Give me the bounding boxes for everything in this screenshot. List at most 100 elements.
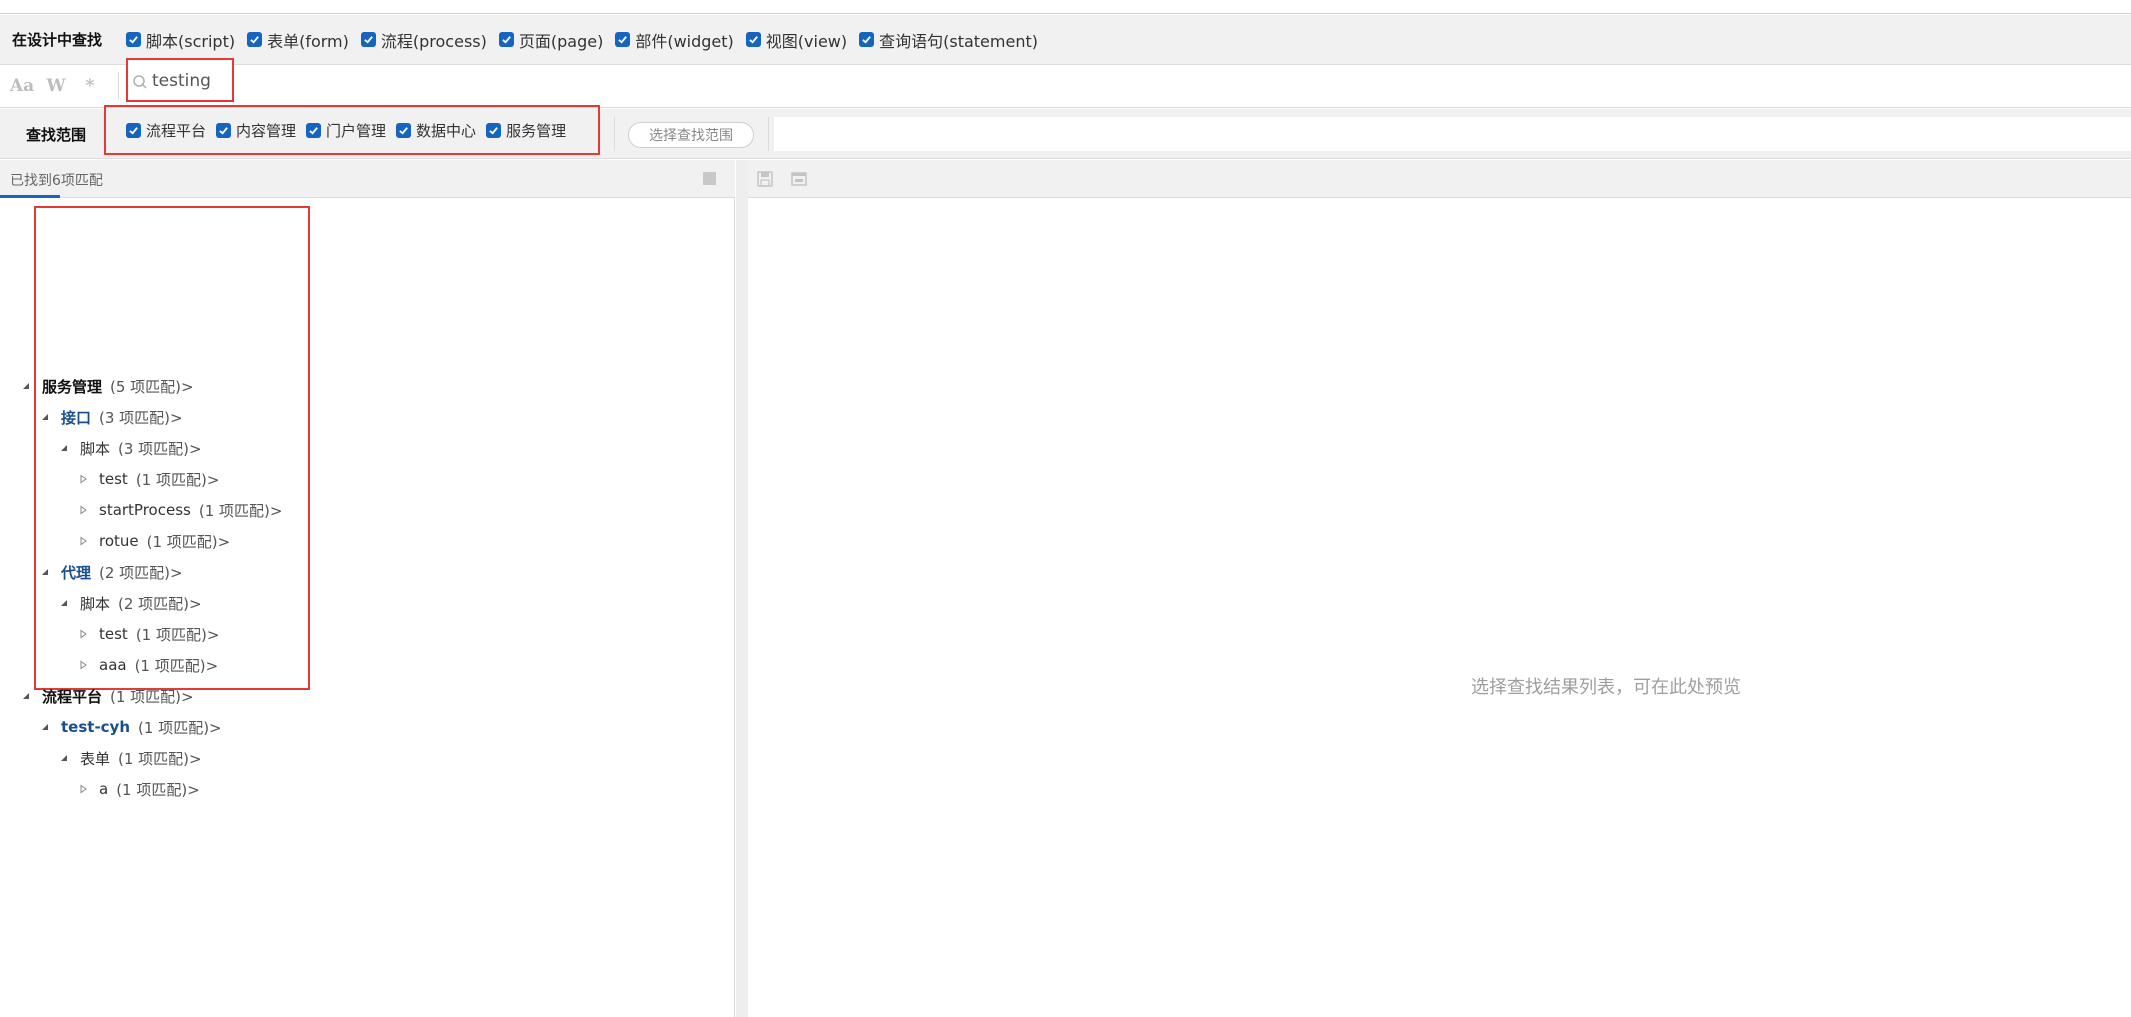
open-window-icon[interactable]	[790, 170, 808, 188]
checkbox-checked-icon[interactable]	[396, 122, 412, 138]
tree-node-count: (1 项匹配)>	[138, 718, 222, 737]
tree-node-service-management[interactable]: 服务管理 (5 项匹配)>	[18, 371, 194, 401]
results-count: 已找到6项匹配	[10, 173, 103, 189]
scope-checkbox-portal-management[interactable]: 门户管理	[306, 120, 386, 141]
checkbox-checked-icon[interactable]	[126, 32, 142, 47]
scope-label: 服务管理	[506, 121, 567, 140]
tree-node-count: (1 项匹配)>	[198, 501, 283, 520]
tree-node-count: (1 项匹配)>	[110, 687, 194, 706]
tree-node-label: 脚本	[80, 439, 111, 458]
search-in-design-title: 在设计中查找	[12, 31, 103, 49]
expanded-triangle-icon[interactable]	[56, 750, 72, 766]
tree-node-script-item[interactable]: startProcess (1 项匹配)>	[75, 495, 282, 525]
checkbox-checked-icon[interactable]	[126, 122, 141, 138]
type-checkbox-process[interactable]: 流程(process)	[360, 28, 487, 52]
collapsed-triangle-icon[interactable]	[75, 533, 91, 549]
checkbox-checked-icon[interactable]	[247, 32, 263, 47]
expanded-triangle-icon[interactable]	[18, 688, 34, 704]
tree-node-script-item[interactable]: test (1 项匹配)>	[75, 619, 219, 649]
search-bar: Aa W *	[0, 58, 2131, 108]
checkbox-checked-icon[interactable]	[615, 32, 631, 47]
tree-node-count: (1 项匹配)>	[116, 780, 200, 799]
type-label: 视图(view)	[765, 31, 848, 51]
checkbox-checked-icon[interactable]	[745, 32, 761, 47]
collapsed-triangle-icon[interactable]	[75, 781, 91, 797]
type-checkbox-view[interactable]: 视图(view)	[745, 28, 848, 52]
search-types-bar: 在设计中查找 脚本(script) 表单(form) 流程(process) 页…	[0, 15, 2131, 65]
tree-node-script-item[interactable]: rotue (1 项匹配)>	[75, 526, 230, 556]
tree-node-label: 脚本	[80, 594, 111, 613]
select-scope-button[interactable]: 选择查找范围	[628, 122, 754, 148]
tree-node-form-item[interactable]: a (1 项匹配)>	[75, 774, 200, 804]
tree-node-interface[interactable]: 接口 (3 项匹配)>	[37, 402, 183, 432]
regex-icon[interactable]: *	[78, 74, 102, 98]
tree-node-count: (1 项匹配)>	[134, 656, 219, 675]
tree-node-script-item[interactable]: test (1 项匹配)>	[75, 464, 219, 494]
tree-node-count: (1 项匹配)>	[118, 749, 202, 768]
checkbox-checked-icon[interactable]	[360, 32, 376, 47]
stop-icon[interactable]	[703, 172, 716, 185]
collapsed-triangle-icon[interactable]	[75, 471, 91, 487]
expanded-triangle-icon[interactable]	[18, 378, 34, 394]
checkbox-checked-icon[interactable]	[306, 122, 322, 138]
type-checkbox-script[interactable]: 脚本(script)	[126, 28, 235, 52]
tree-node-label: 接口	[61, 408, 92, 427]
tree-node-label: 代理	[61, 563, 92, 582]
tree-node-count: (2 项匹配)>	[118, 594, 202, 613]
checkbox-checked-icon[interactable]	[486, 122, 502, 138]
checkbox-checked-icon[interactable]	[859, 32, 875, 47]
tree-node-label: 流程平台	[42, 687, 103, 706]
scope-checkbox-service-management[interactable]: 服务管理	[486, 120, 566, 141]
type-label: 脚本(script)	[146, 31, 236, 51]
tree-node-count: (3 项匹配)>	[118, 439, 202, 458]
type-label: 流程(process)	[380, 31, 487, 51]
splitter[interactable]	[736, 160, 748, 1017]
match-case-icon[interactable]: Aa	[10, 74, 34, 98]
expanded-triangle-icon[interactable]	[37, 719, 53, 735]
top-border	[0, 0, 2131, 14]
collapsed-triangle-icon[interactable]	[75, 502, 91, 518]
scope-label: 流程平台	[146, 121, 207, 140]
scope-label: 内容管理	[236, 121, 297, 140]
type-label: 查询语句(statement)	[879, 31, 1038, 51]
collapsed-triangle-icon[interactable]	[75, 657, 91, 673]
checkbox-checked-icon[interactable]	[498, 32, 514, 47]
checkbox-checked-icon[interactable]	[216, 122, 232, 138]
scope-label: 数据中心	[416, 121, 477, 140]
tree-node-form[interactable]: 表单 (1 项匹配)>	[56, 743, 202, 773]
type-checkbox-form[interactable]: 表单(form)	[247, 28, 349, 52]
tree-node-proxy[interactable]: 代理 (2 项匹配)>	[37, 557, 183, 587]
expanded-triangle-icon[interactable]	[56, 595, 72, 611]
expanded-triangle-icon[interactable]	[37, 564, 53, 580]
collapsed-triangle-icon[interactable]	[75, 626, 91, 642]
results-header: 已找到6项匹配	[0, 160, 735, 198]
save-icon[interactable]	[756, 170, 774, 188]
scope-checkbox-process-platform[interactable]: 流程平台	[126, 120, 206, 141]
tree-node-label: test	[99, 625, 128, 643]
tree-node-count: (1 项匹配)>	[135, 625, 220, 644]
divider	[614, 117, 615, 151]
divider	[118, 72, 119, 100]
results-panel: 已找到6项匹配 服务管理 (5 项匹配)> 接口 (3 项匹配)> 脚本 (3 …	[0, 160, 735, 1017]
type-checkbox-widget[interactable]: 部件(widget)	[615, 28, 734, 52]
type-checkbox-page[interactable]: 页面(page)	[498, 28, 603, 52]
tree-node-script[interactable]: 脚本 (2 项匹配)>	[56, 588, 202, 618]
tree-node-process-platform[interactable]: 流程平台 (1 项匹配)>	[18, 681, 194, 711]
search-input[interactable]	[152, 68, 232, 94]
scope-checkbox-content-management[interactable]: 内容管理	[216, 120, 296, 141]
scope-label: 门户管理	[326, 121, 387, 140]
tree-node-count: (3 项匹配)>	[99, 408, 183, 427]
divider	[768, 117, 769, 151]
preview-toolbar	[748, 160, 2131, 198]
type-checkbox-statement[interactable]: 查询语句(statement)	[859, 28, 1038, 52]
tree-node-script-item[interactable]: aaa (1 项匹配)>	[75, 650, 218, 680]
expanded-triangle-icon[interactable]	[37, 409, 53, 425]
tree-node-script[interactable]: 脚本 (3 项匹配)>	[56, 433, 202, 463]
tree-node-test-cyh[interactable]: test-cyh (1 项匹配)>	[37, 712, 222, 742]
type-label: 部件(widget)	[635, 31, 734, 51]
search-scope-bar: 查找范围 流程平台 内容管理 门户管理 数据中心 服务管理 选择查找范围	[0, 105, 2131, 159]
search-field[interactable]	[126, 58, 234, 102]
expanded-triangle-icon[interactable]	[56, 440, 72, 456]
scope-checkbox-data-center[interactable]: 数据中心	[396, 120, 476, 141]
whole-word-icon[interactable]: W	[44, 74, 68, 98]
